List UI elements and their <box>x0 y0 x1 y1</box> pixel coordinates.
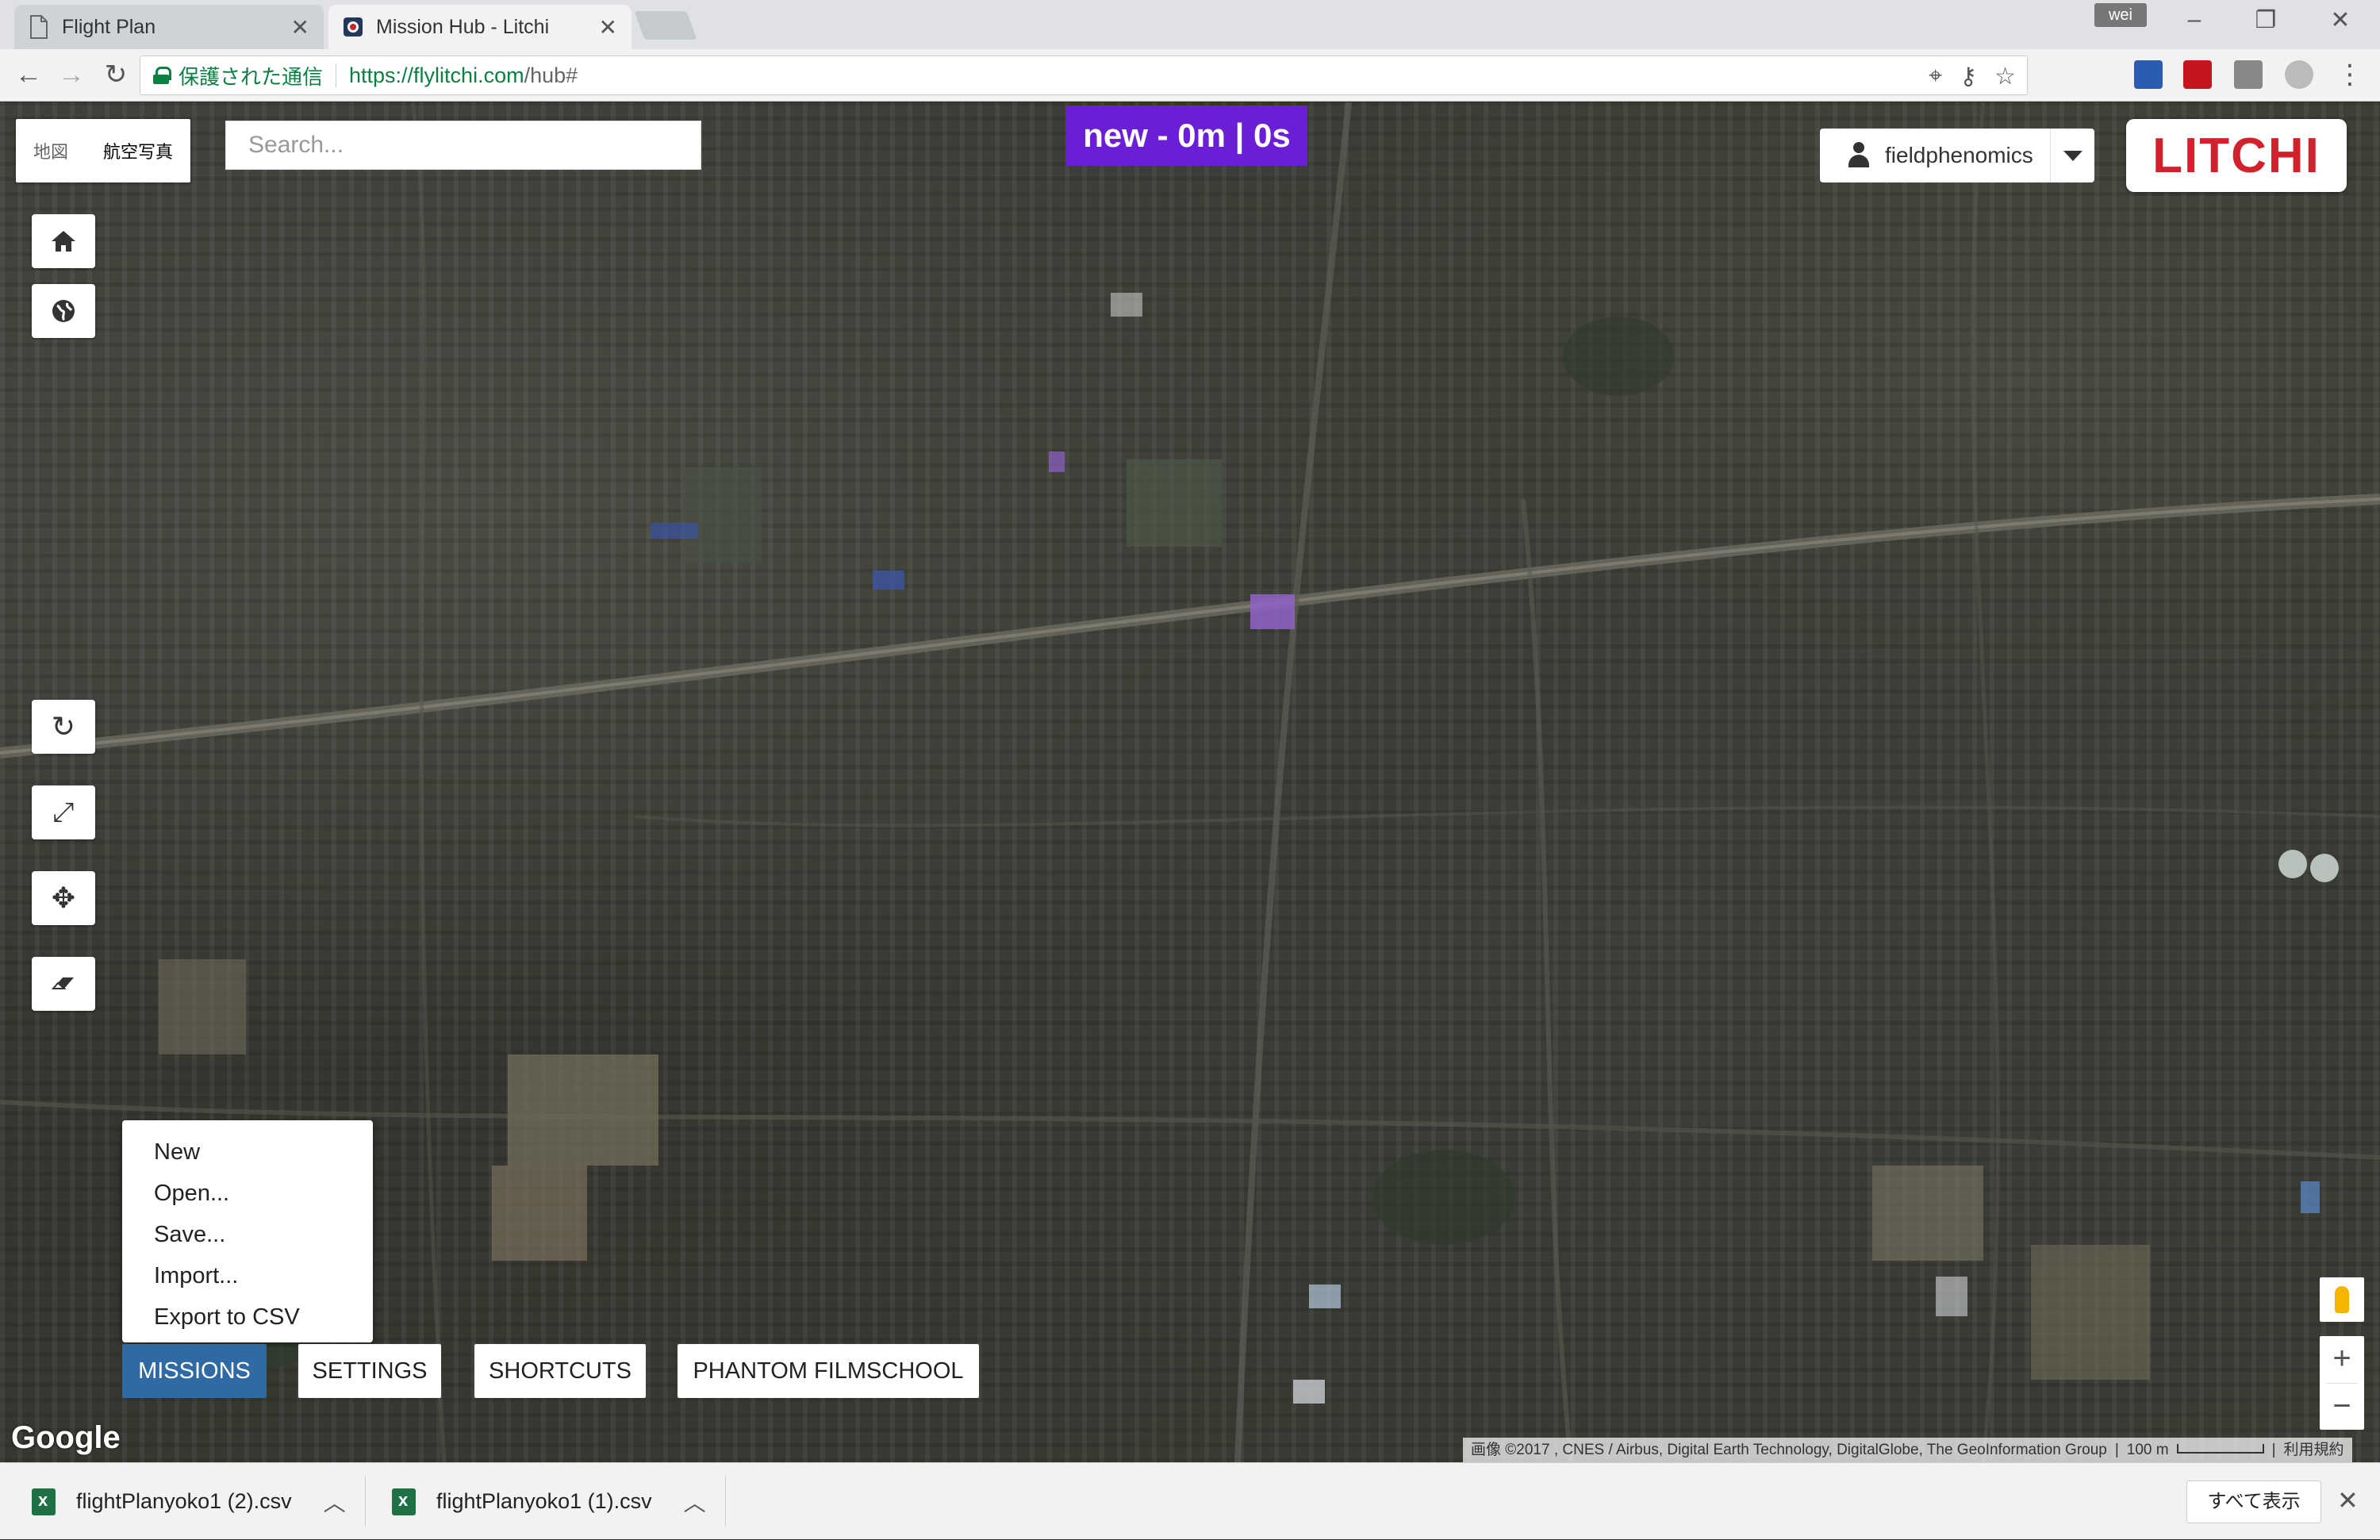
extension-icon[interactable] <box>2234 60 2263 89</box>
zoom-out-button[interactable]: − <box>2320 1384 2364 1431</box>
restore-icon[interactable]: ❐ <box>2242 6 2290 34</box>
attribution-text: 画像 ©2017 , CNES / Airbus, Digital Earth … <box>1471 1442 2107 1458</box>
globe-icon <box>52 300 75 322</box>
search-input[interactable]: Search... <box>225 121 701 170</box>
home-icon <box>52 231 75 252</box>
pegman-icon <box>2335 1286 2349 1313</box>
url-host: https://flylitchi.com <box>349 63 524 87</box>
user-name: fieldphenomics <box>1885 143 2033 167</box>
pdf-extension-icon[interactable] <box>2183 60 2212 89</box>
download-item[interactable]: flightPlanyoko1 (2).csv ︿ <box>32 1463 346 1540</box>
secure-label: 保護された通信 <box>178 64 324 89</box>
refresh-icon: ↻ <box>51 710 76 743</box>
tab-mission-hub[interactable]: Mission Hub - Litchi ✕ <box>328 5 631 49</box>
excel-file-icon <box>32 1488 56 1515</box>
tab-missions[interactable]: MISSIONS <box>122 1344 267 1398</box>
move-icon: ✥ <box>51 881 76 914</box>
map-type-map[interactable]: 地図 <box>16 138 86 163</box>
download-shelf: flightPlanyoko1 (2).csv ︿ flightPlanyoko… <box>0 1462 2380 1539</box>
scale-bar <box>2176 1444 2264 1454</box>
address-toolbar: ← → ↻ 保護された通信 https://flylitchi.com /hub… <box>0 49 2380 102</box>
menu-item-export-csv[interactable]: Export to CSV <box>122 1296 373 1338</box>
map-type-satellite[interactable]: 航空写真 <box>86 138 190 163</box>
download-extension-icon[interactable] <box>2134 60 2163 89</box>
terms-link[interactable]: 利用規約 <box>2284 1438 2344 1463</box>
location-icon[interactable]: ⌖ <box>1929 63 1942 90</box>
lock-icon <box>153 67 171 84</box>
tab-label: Mission Hub - Litchi <box>376 15 550 38</box>
tab-flight-plan[interactable]: Flight Plan ✕ <box>14 5 324 49</box>
download-filename: flightPlanyoko1 (2).csv <box>76 1489 292 1513</box>
expand-icon: ⤢ <box>52 797 75 828</box>
bookmark-star-icon[interactable]: ☆ <box>1994 63 2016 90</box>
zoom-control: + − <box>2320 1336 2364 1430</box>
chevron-up-icon[interactable]: ︿ <box>324 1486 346 1518</box>
user-icon <box>1847 142 1871 169</box>
user-menu-button[interactable]: fieldphenomics <box>1820 129 2094 182</box>
tab-settings[interactable]: SETTINGS <box>298 1344 441 1398</box>
close-icon[interactable]: ✕ <box>2337 1485 2359 1515</box>
tab-phantom-filmschool[interactable]: PHANTOM FILMSCHOOL <box>678 1344 979 1398</box>
minimize-icon[interactable]: – <box>2171 6 2218 33</box>
missions-menu: New Open... Save... Import... Export to … <box>122 1120 373 1342</box>
download-filename: flightPlanyoko1 (1).csv <box>436 1489 652 1513</box>
user-dropdown-toggle[interactable] <box>2050 129 2094 182</box>
google-logo: Google <box>11 1420 121 1455</box>
profile-badge[interactable]: wei <box>2094 3 2147 27</box>
menu-item-import[interactable]: Import... <box>122 1255 373 1296</box>
chevron-down-icon <box>2063 150 2082 161</box>
document-icon <box>30 15 48 39</box>
scale-label[interactable]: 100 m <box>2127 1438 2169 1463</box>
close-icon[interactable]: ✕ <box>291 14 309 40</box>
street-view-pegman[interactable] <box>2320 1277 2364 1322</box>
window-close-icon[interactable]: ✕ <box>2317 6 2364 34</box>
globe-button[interactable] <box>32 284 95 338</box>
close-icon[interactable]: ✕ <box>599 14 617 40</box>
key-icon[interactable]: ⚷ <box>1960 63 1977 90</box>
eraser-button[interactable] <box>32 957 95 1011</box>
litchi-favicon-icon <box>344 17 363 36</box>
extension-icon[interactable] <box>2285 60 2313 89</box>
home-button[interactable] <box>32 214 95 268</box>
map-type-control: 地図 航空写真 <box>16 119 191 182</box>
tab-shortcuts[interactable]: SHORTCUTS <box>474 1344 646 1398</box>
move-button[interactable]: ✥ <box>32 871 95 925</box>
reload-icon[interactable]: ↻ <box>98 59 133 90</box>
url-path: /hub# <box>524 63 578 87</box>
mission-title-badge: new - 0m | 0s <box>1066 106 1307 166</box>
menu-item-new[interactable]: New <box>122 1131 373 1173</box>
show-all-downloads-button[interactable]: すべて表示 <box>2186 1480 2321 1523</box>
eraser-icon <box>51 977 74 989</box>
forward-icon[interactable]: → <box>54 59 89 90</box>
fullscreen-button[interactable]: ⤢ <box>32 785 95 839</box>
tab-label: Flight Plan <box>62 15 156 38</box>
menu-item-open[interactable]: Open... <box>122 1173 373 1214</box>
browser-tab-bar: Flight Plan ✕ Mission Hub - Litchi ✕ wei… <box>0 0 2380 49</box>
map-attribution: 画像 ©2017 , CNES / Airbus, Digital Earth … <box>1463 1438 2352 1463</box>
new-tab-button[interactable] <box>634 11 697 40</box>
litchi-logo: LITCHI <box>2126 119 2347 192</box>
refresh-button[interactable]: ↻ <box>32 700 95 754</box>
omnibox[interactable]: 保護された通信 https://flylitchi.com /hub# ⌖ ⚷ … <box>140 56 2028 95</box>
menu-item-save[interactable]: Save... <box>122 1214 373 1255</box>
download-item[interactable]: flightPlanyoko1 (1).csv ︿ <box>392 1463 706 1540</box>
chevron-up-icon[interactable]: ︿ <box>684 1486 706 1518</box>
zoom-in-button[interactable]: + <box>2320 1336 2364 1383</box>
back-icon[interactable]: ← <box>11 59 46 90</box>
menu-dots-icon[interactable]: ⋮ <box>2332 59 2367 90</box>
excel-file-icon <box>392 1488 416 1515</box>
